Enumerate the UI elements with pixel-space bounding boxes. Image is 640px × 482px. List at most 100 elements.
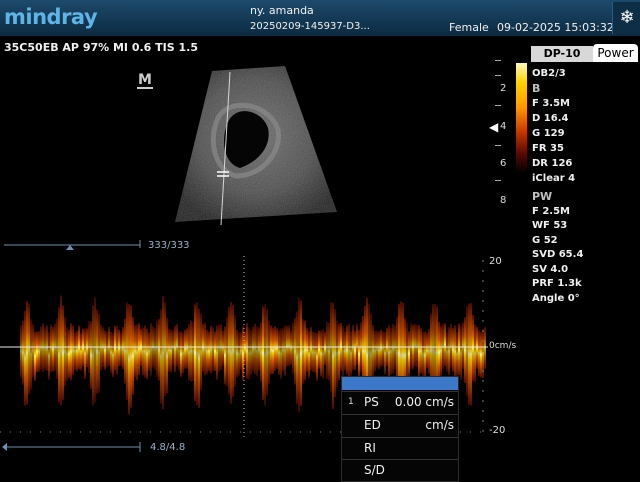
spectrum-column — [248, 327, 250, 380]
spectrum-column — [338, 323, 340, 381]
spectrum-column — [380, 329, 382, 367]
spectrum-column — [86, 328, 88, 368]
velocity-scale-top: 20 — [489, 256, 502, 267]
spectrum-column — [260, 322, 262, 382]
depth-label-4: 4 — [500, 121, 507, 132]
spectrum-column — [114, 325, 116, 371]
spectrum-column — [484, 326, 486, 370]
spectrum-column — [388, 324, 390, 381]
measurement-row-sd[interactable]: S/D — [342, 459, 458, 482]
pw-mode-params: PW F 2.5M WF 53 G 52 SVD 65.4 SV 4.0 PRF… — [532, 190, 583, 306]
spectrum-column — [122, 327, 124, 370]
spectrum-column — [376, 330, 378, 368]
pw-param: PRF 1.3k — [532, 278, 582, 289]
spectrum-column — [250, 329, 252, 375]
spectrum-column — [354, 330, 356, 370]
spectrum-column — [56, 318, 58, 380]
spectrum-column — [234, 315, 236, 388]
pw-param: WF 53 — [532, 220, 568, 231]
ob-label: OB2/3 — [532, 68, 566, 79]
b-param: F 3.5M — [532, 98, 570, 109]
spectrum-column — [82, 328, 84, 367]
measurement-row-ed[interactable]: ED cm/s — [342, 414, 458, 437]
spectrum-column — [410, 323, 412, 370]
spectrum-column — [378, 331, 380, 370]
depth-label-2: 2 — [500, 83, 507, 94]
spectrum-column — [374, 330, 376, 372]
spectrum-column — [124, 318, 126, 384]
spectrum-column — [182, 332, 184, 374]
spectrum-column — [118, 329, 120, 367]
measurement-panel-header[interactable] — [342, 377, 458, 390]
spectrum-column — [270, 325, 272, 375]
spectrum-column — [46, 325, 48, 371]
pw-mode-header: PW — [532, 190, 553, 203]
spectrum-column — [96, 309, 98, 394]
spectrum-column — [72, 325, 74, 376]
spectrum-column — [60, 295, 62, 406]
focus-marker-icon[interactable]: ◀ — [489, 120, 498, 134]
tab-power[interactable]: Power — [593, 44, 638, 62]
spectrum-column — [280, 328, 282, 379]
spectrum-column — [80, 332, 82, 371]
spectrum-column — [162, 295, 164, 410]
spectrum-column — [52, 326, 54, 372]
spectrum-column — [276, 328, 278, 370]
b-param: G 129 — [532, 128, 565, 139]
spectrum-column — [148, 332, 150, 371]
spectrum-column — [38, 331, 40, 372]
spectrum-column — [300, 300, 302, 407]
spectrum-column — [90, 321, 92, 389]
depth-tick — [495, 60, 501, 61]
velocity-scale-bottom: -20 — [489, 425, 506, 436]
spectrum-column — [214, 331, 216, 372]
measurement-panel: 1 PS 0.00 cm/s ED cm/s RI S/D — [341, 376, 459, 482]
depth-tick — [495, 105, 501, 106]
spectrum-column — [420, 328, 422, 374]
spectrum-column — [424, 331, 426, 379]
spectrum-column — [258, 327, 260, 371]
spectrum-column — [332, 302, 334, 410]
spectrum-column — [334, 309, 336, 398]
spectrum-column — [252, 326, 254, 371]
spectrum-column — [316, 332, 318, 381]
spectrum-column — [296, 311, 298, 405]
spectrum-column — [358, 329, 360, 379]
spectrum-column — [206, 329, 208, 375]
spectrum-column — [266, 308, 268, 396]
top-bracket-arrow — [66, 245, 74, 250]
spectrum-column — [194, 304, 196, 402]
spectrum-column — [322, 329, 324, 379]
exam-preset[interactable]: DP-10 — [531, 46, 593, 62]
spectrum-column — [198, 308, 200, 409]
measurement-row-ps[interactable]: 1 PS 0.00 cm/s — [342, 391, 458, 414]
spectrum-column — [174, 325, 176, 373]
gray-map-colorbar — [516, 63, 527, 173]
spectrum-column — [130, 305, 132, 408]
spectrum-column — [446, 332, 448, 372]
spectrum-column — [328, 322, 330, 381]
spectrum-column — [222, 330, 224, 366]
spectrum-column — [138, 323, 140, 376]
spectrum-column — [200, 313, 202, 391]
pw-param: SV 4.0 — [532, 263, 569, 275]
spectrum-column — [132, 317, 134, 395]
spectrum-column — [104, 330, 106, 370]
top-bracket-label: 333/333 — [148, 240, 190, 251]
spectrum-column — [462, 322, 464, 370]
spectrum-column — [134, 325, 136, 378]
b-param: FR 35 — [532, 143, 564, 154]
spectrum-column — [306, 328, 308, 372]
spectrum-column — [84, 328, 86, 379]
spectrum-column — [128, 303, 130, 415]
measurement-value: 0.00 cm/s — [394, 395, 454, 409]
spectrum-column — [304, 320, 306, 381]
spectrum-column — [426, 332, 428, 369]
spectrum-column — [290, 330, 292, 366]
spectrum-column — [110, 331, 112, 373]
measurement-row-ri[interactable]: RI — [342, 437, 458, 460]
spectrum-column — [116, 325, 118, 376]
spectrum-column — [350, 331, 352, 376]
spectrum-column — [240, 332, 242, 370]
spectrum-column — [164, 302, 166, 397]
